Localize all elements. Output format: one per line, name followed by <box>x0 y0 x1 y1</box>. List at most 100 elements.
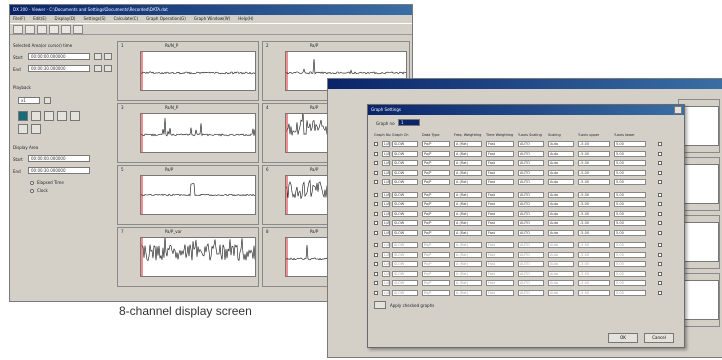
settings-cell[interactable]: Fast <box>486 150 514 157</box>
row-enable-checkbox[interactable] <box>658 262 662 266</box>
settings-cell[interactable]: -5.00 <box>578 261 610 267</box>
row-checkbox[interactable] <box>374 192 378 197</box>
settings-cell[interactable]: L/A <box>382 210 390 217</box>
settings-cell[interactable]: Auto <box>548 179 574 185</box>
settings-cell[interactable]: Pa/P <box>422 160 450 166</box>
playback-speed-select[interactable]: x1 <box>18 97 40 104</box>
settings-cell[interactable]: Pa/P <box>422 201 450 207</box>
settings-cell[interactable]: Fast <box>486 251 514 258</box>
settings-cell[interactable]: 5.00 <box>614 150 646 157</box>
settings-cell[interactable]: 5.00 <box>614 201 646 207</box>
elapsed-time-radio[interactable] <box>30 181 34 185</box>
settings-cell[interactable]: -5.00 <box>578 251 610 258</box>
settings-cell[interactable]: 5.00 <box>614 261 646 267</box>
apply-button[interactable] <box>374 301 386 309</box>
toolbar-cursor-icon[interactable] <box>61 25 71 34</box>
settings-cell[interactable]: L/A <box>382 201 390 207</box>
settings-cell[interactable]: 5.00 <box>614 251 646 258</box>
settings-cell[interactable]: Auto <box>548 210 574 217</box>
settings-cell[interactable]: Auto <box>548 150 574 157</box>
settings-cell[interactable]: L/A <box>382 242 390 248</box>
settings-cell[interactable]: SLOW <box>392 261 418 267</box>
settings-cell[interactable]: A (flat) <box>454 280 482 286</box>
settings-cell[interactable]: Fast <box>486 141 514 147</box>
settings-cell[interactable]: Auto <box>548 242 574 248</box>
rewind-button[interactable] <box>57 111 67 121</box>
settings-cell[interactable]: Pa/P <box>422 141 450 147</box>
settings-cell[interactable]: L/A <box>382 280 390 286</box>
settings-cell[interactable]: Fast <box>486 261 514 267</box>
settings-cell[interactable]: A (flat) <box>454 261 482 267</box>
settings-cell[interactable]: -5.00 <box>578 280 610 286</box>
row-checkbox[interactable] <box>374 202 378 206</box>
settings-cell[interactable]: 5.00 <box>614 160 646 166</box>
graph-panel[interactable]: 1 Pa/N_P <box>117 41 259 101</box>
settings-cell[interactable]: Fast <box>486 169 514 176</box>
settings-cell[interactable]: Auto <box>548 229 574 236</box>
row-checkbox[interactable] <box>374 161 378 165</box>
settings-cell[interactable]: AUTO <box>518 150 544 157</box>
plot-area[interactable] <box>140 235 256 277</box>
settings-cell[interactable]: AUTO <box>518 251 544 258</box>
settings-cell[interactable]: -5.00 <box>578 191 610 198</box>
step-forward-button[interactable] <box>31 124 41 134</box>
settings-cell[interactable]: Pa/P <box>422 150 450 157</box>
settings-cell[interactable]: A (flat) <box>454 141 482 147</box>
settings-cell[interactable]: L/A <box>382 270 390 277</box>
settings-cell[interactable]: A (flat) <box>454 210 482 217</box>
settings-cell[interactable]: Auto <box>548 270 574 277</box>
settings-cell[interactable]: Pa/P <box>422 251 450 258</box>
row-checkbox[interactable] <box>374 262 378 266</box>
start-set-button[interactable] <box>94 53 102 60</box>
menu-item[interactable]: Settings(S) <box>83 16 105 21</box>
settings-cell[interactable]: AUTO <box>518 169 544 176</box>
settings-cell[interactable]: Auto <box>548 160 574 166</box>
settings-cell[interactable]: AUTO <box>518 210 544 217</box>
end-time-input[interactable]: 00:00:30.000000 <box>28 65 90 72</box>
settings-cell[interactable]: -5.00 <box>578 220 610 226</box>
settings-cell[interactable]: AUTO <box>518 191 544 198</box>
settings-cell[interactable]: -5.00 <box>578 242 610 248</box>
settings-cell[interactable]: Auto <box>548 191 574 198</box>
settings-cell[interactable]: Auto <box>548 141 574 147</box>
menu-item[interactable]: File(F) <box>13 16 25 21</box>
settings-cell[interactable]: -5.00 <box>578 160 610 166</box>
graph-panel[interactable]: 7 Pa/P_var <box>117 227 259 287</box>
settings-cell[interactable]: L/A <box>382 289 390 296</box>
settings-cell[interactable]: SLOW <box>392 229 418 236</box>
settings-cell[interactable]: Fast <box>486 220 514 226</box>
toolbar-open-icon[interactable] <box>13 25 23 34</box>
stop-button[interactable] <box>44 111 54 121</box>
settings-cell[interactable]: A (flat) <box>454 220 482 226</box>
row-enable-checkbox[interactable] <box>658 142 662 146</box>
settings-cell[interactable]: 5.00 <box>614 289 646 296</box>
settings-cell[interactable]: 5.00 <box>614 191 646 198</box>
plot-area[interactable] <box>140 113 256 153</box>
settings-cell[interactable]: AUTO <box>518 229 544 236</box>
end-clear-button[interactable] <box>104 65 112 72</box>
playback-option-button[interactable] <box>44 97 51 104</box>
settings-cell[interactable]: -5.00 <box>578 150 610 157</box>
menu-item[interactable]: Graph Operation(G) <box>146 16 186 21</box>
row-checkbox[interactable] <box>374 243 378 247</box>
display-end-input[interactable]: 00:00:30.000000 <box>28 167 90 174</box>
settings-cell[interactable]: -5.00 <box>578 229 610 236</box>
settings-cell[interactable]: A (flat) <box>454 229 482 236</box>
graph-panel[interactable]: 3 Pa/N_P <box>117 103 259 163</box>
row-checkbox[interactable] <box>374 230 378 235</box>
menu-item[interactable]: Edit(E) <box>33 16 46 21</box>
settings-cell[interactable]: SLOW <box>392 251 418 258</box>
row-enable-checkbox[interactable] <box>658 202 662 206</box>
settings-cell[interactable]: Fast <box>486 229 514 236</box>
row-checkbox[interactable] <box>374 142 378 146</box>
settings-cell[interactable]: Fast <box>486 191 514 198</box>
settings-cell[interactable]: AUTO <box>518 280 544 286</box>
settings-cell[interactable]: AUTO <box>518 201 544 207</box>
settings-cell[interactable]: L/A <box>382 251 390 258</box>
settings-cell[interactable]: Fast <box>486 270 514 277</box>
settings-cell[interactable]: L/A <box>382 229 390 236</box>
row-checkbox[interactable] <box>374 221 378 225</box>
settings-cell[interactable]: 5.00 <box>614 210 646 217</box>
settings-cell[interactable]: L/A <box>382 150 390 157</box>
row-checkbox[interactable] <box>374 211 378 216</box>
